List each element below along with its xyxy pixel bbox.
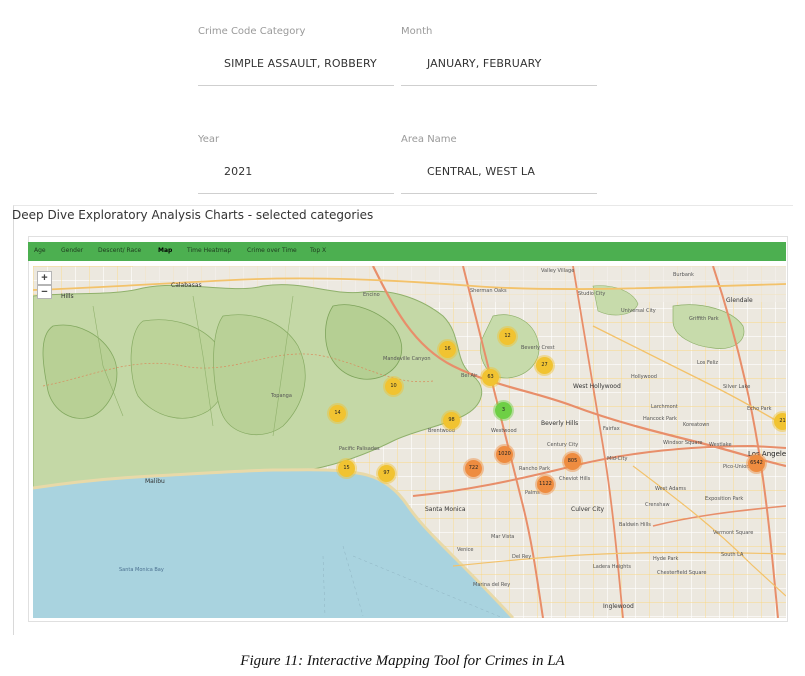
place-crenshaw: Crenshaw bbox=[645, 502, 670, 508]
area-name-label: Area Name bbox=[401, 134, 457, 145]
place-marina: Marina del Rey bbox=[473, 582, 511, 588]
place-west-hollywood: West Hollywood bbox=[573, 383, 621, 390]
tab-crime-over-time[interactable]: Crime over Time bbox=[247, 247, 297, 254]
place-studio-city: Studio City bbox=[578, 291, 606, 297]
place-universal: Universal City bbox=[621, 308, 656, 314]
place-pacific-palisades: Pacific Palisades bbox=[339, 446, 380, 452]
place-culver-city: Culver City bbox=[571, 506, 605, 513]
cluster-marker[interactable]: 21 bbox=[774, 413, 786, 430]
place-windsor: Windsor Square bbox=[663, 440, 703, 446]
cluster-marker[interactable]: 98 bbox=[443, 412, 460, 429]
place-century-city: Century City bbox=[547, 442, 579, 448]
cluster-marker[interactable]: 97 bbox=[378, 465, 395, 482]
tab-time-heatmap[interactable]: Time Heatmap bbox=[187, 247, 231, 254]
tab-top-x[interactable]: Top X bbox=[310, 247, 326, 254]
cluster-marker[interactable]: 1020 bbox=[496, 446, 513, 463]
place-sherman-oaks: Sherman Oaks bbox=[470, 288, 507, 294]
place-encino: Encino bbox=[363, 292, 380, 298]
tab-bar: Age Gender Descent/ Race Map Time Heatma… bbox=[28, 242, 786, 261]
place-venice: Venice bbox=[457, 547, 474, 553]
crime-code-category-label: Crime Code Category bbox=[198, 26, 306, 37]
place-west-adams: West Adams bbox=[655, 486, 686, 492]
place-silver-lake: Silver Lake bbox=[723, 384, 751, 390]
place-mid-city: Mid-City bbox=[607, 456, 628, 462]
place-south-la: South LA bbox=[721, 552, 744, 558]
area-name-value[interactable]: CENTRAL, WEST LA bbox=[427, 165, 535, 178]
place-hyde-park: Hyde Park bbox=[653, 556, 679, 562]
place-pico-union: Pico-Union bbox=[723, 464, 750, 470]
cluster-marker[interactable]: 12 bbox=[499, 328, 516, 345]
month-underline bbox=[401, 85, 597, 86]
place-ladera: Ladera Heights bbox=[593, 564, 631, 570]
year-label: Year bbox=[198, 134, 220, 145]
place-topanga: Topanga bbox=[271, 393, 292, 399]
year-value[interactable]: 2021 bbox=[224, 165, 252, 178]
cluster-marker[interactable]: 15 bbox=[338, 460, 355, 477]
place-los-feliz: Los Feliz bbox=[697, 360, 719, 366]
crime-code-category-field[interactable]: Crime Code Category SIMPLE ASSAULT, ROBB… bbox=[198, 26, 394, 88]
place-santa-monica-bay: Santa Monica Bay bbox=[119, 567, 164, 573]
month-label: Month bbox=[401, 26, 433, 37]
place-valley-village: Valley Village bbox=[541, 268, 575, 274]
area-name-field[interactable]: Area Name CENTRAL, WEST LA bbox=[401, 134, 597, 196]
place-westlake: Westlake bbox=[709, 442, 732, 448]
place-santa-monica: Santa Monica bbox=[425, 506, 466, 513]
place-chesterfield: Chesterfield Square bbox=[657, 570, 707, 576]
cluster-marker[interactable]: 805 bbox=[564, 453, 581, 470]
place-fairfax: Fairfax bbox=[603, 426, 620, 432]
place-hills: Hills bbox=[61, 293, 74, 300]
tab-age[interactable]: Age bbox=[34, 247, 46, 254]
cluster-marker[interactable]: 63 bbox=[482, 369, 499, 386]
tab-descent-race[interactable]: Descent/ Race bbox=[98, 247, 141, 254]
year-underline bbox=[198, 193, 394, 194]
place-hollywood: Hollywood bbox=[631, 374, 657, 380]
place-larchmont: Larchmont bbox=[651, 404, 678, 410]
place-rancho: Rancho Park bbox=[519, 466, 550, 472]
place-palms: Palms bbox=[525, 490, 540, 496]
cluster-marker[interactable]: 722 bbox=[465, 460, 482, 477]
place-del-rey: Del Rey bbox=[512, 554, 532, 560]
zoom-in-button[interactable]: + bbox=[37, 271, 52, 285]
place-bel-air: Bel Air bbox=[461, 373, 478, 379]
month-field[interactable]: Month JANUARY, FEBRUARY bbox=[401, 26, 597, 88]
place-hancock: Hancock Park bbox=[643, 416, 677, 422]
place-koreatown: Koreatown bbox=[683, 422, 710, 428]
place-burbank: Burbank bbox=[673, 272, 694, 278]
place-echo-park: Echo Park bbox=[747, 406, 772, 412]
cluster-marker[interactable]: 1122 bbox=[537, 476, 554, 493]
crime-map[interactable]: Calabasas Hills Malibu Santa Monica West… bbox=[33, 266, 786, 618]
figure-caption: Figure 11: Interactive Mapping Tool for … bbox=[240, 653, 565, 669]
cluster-marker[interactable]: 3 bbox=[495, 402, 512, 419]
cluster-marker[interactable]: 14 bbox=[329, 405, 346, 422]
place-inglewood: Inglewood bbox=[603, 603, 634, 610]
place-baldwin-hills: Baldwin Hills bbox=[619, 522, 651, 528]
year-field[interactable]: Year 2021 bbox=[198, 134, 394, 196]
cluster-marker[interactable]: 6542 bbox=[748, 455, 765, 472]
tab-map[interactable]: Map bbox=[158, 247, 172, 254]
crime-code-category-underline bbox=[198, 85, 394, 86]
place-malibu: Malibu bbox=[145, 478, 165, 485]
place-mar-vista: Mar Vista bbox=[491, 534, 515, 540]
place-mandeville: Mandeville Canyon bbox=[383, 356, 431, 362]
place-exposition: Exposition Park bbox=[705, 496, 744, 502]
place-westwood: Westwood bbox=[491, 428, 517, 434]
cluster-marker[interactable]: 10 bbox=[385, 378, 402, 395]
place-vermont: Vermont Square bbox=[713, 530, 754, 536]
cluster-marker[interactable]: 16 bbox=[439, 341, 456, 358]
card-title: Deep Dive Exploratory Analysis Charts - … bbox=[12, 208, 374, 222]
cluster-marker[interactable]: 27 bbox=[536, 357, 553, 374]
month-value[interactable]: JANUARY, FEBRUARY bbox=[427, 57, 541, 70]
place-calabasas: Calabasas bbox=[171, 282, 202, 289]
place-griffith: Griffith Park bbox=[689, 316, 719, 322]
place-glendale: Glendale bbox=[726, 297, 753, 304]
zoom-out-button[interactable]: − bbox=[37, 285, 52, 299]
place-cheviot: Cheviot Hills bbox=[559, 476, 591, 482]
tab-gender[interactable]: Gender bbox=[61, 247, 83, 254]
place-beverly-crest: Beverly Crest bbox=[521, 345, 555, 351]
crime-code-category-value[interactable]: SIMPLE ASSAULT, ROBBERY bbox=[224, 57, 377, 70]
area-name-underline bbox=[401, 193, 597, 194]
place-beverly-hills: Beverly Hills bbox=[541, 420, 579, 427]
